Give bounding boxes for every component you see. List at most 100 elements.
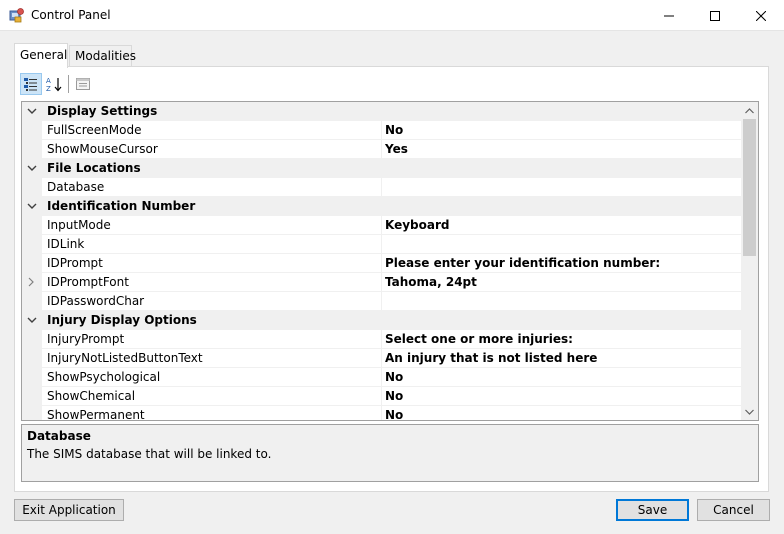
column-divider[interactable] (381, 140, 382, 159)
row-gutter (22, 329, 42, 349)
svg-text:A: A (46, 77, 51, 85)
alphabetical-button[interactable]: A Z (43, 73, 65, 95)
property-row[interactable]: IDPromptFont Tahoma, 24pt (22, 272, 741, 292)
property-row[interactable]: ShowMouseCursor Yes (22, 139, 741, 159)
property-value[interactable]: No (385, 123, 403, 137)
title-bar[interactable]: Control Panel (0, 0, 784, 31)
minimize-icon (664, 15, 674, 16)
save-button[interactable]: Save (616, 499, 689, 521)
property-row[interactable]: ShowChemical No (22, 386, 741, 406)
row-gutter (22, 120, 42, 140)
property-grid-toolbar: A Z (20, 73, 765, 95)
tab-general[interactable]: General (14, 43, 68, 68)
category-row[interactable]: Injury Display Options (22, 311, 741, 330)
maximize-button[interactable] (692, 0, 738, 31)
column-divider[interactable] (381, 273, 382, 292)
property-value[interactable]: Yes (385, 142, 408, 156)
toolbar-separator (68, 75, 69, 93)
property-value[interactable]: Tahoma, 24pt (385, 275, 477, 289)
column-divider[interactable] (381, 349, 382, 368)
property-name: IDLink (47, 237, 85, 251)
close-button[interactable] (738, 0, 784, 31)
property-value[interactable]: Select one or more injuries: (385, 332, 573, 346)
property-name: FullScreenMode (47, 123, 142, 137)
help-title: Database (27, 429, 91, 443)
category-row[interactable]: File Locations (22, 159, 741, 178)
control-panel-app-icon (9, 7, 25, 23)
vertical-scrollbar[interactable] (741, 102, 758, 420)
tab-modalities[interactable]: Modalities (69, 45, 136, 67)
chevron-up-icon (745, 107, 754, 113)
property-name: InjuryNotListedButtonText (47, 351, 203, 365)
column-divider[interactable] (381, 178, 382, 197)
category-row[interactable]: Display Settings (22, 102, 741, 121)
property-name: InputMode (47, 218, 111, 232)
help-description: The SIMS database that will be linked to… (27, 447, 272, 461)
scroll-down-button[interactable] (741, 403, 758, 420)
column-divider[interactable] (381, 216, 382, 235)
property-name: ShowMouseCursor (47, 142, 158, 156)
column-divider[interactable] (381, 254, 382, 273)
property-row[interactable]: InjuryPrompt Select one or more injuries: (22, 329, 741, 349)
property-row[interactable]: FullScreenMode No (22, 120, 741, 140)
chevron-down-icon[interactable] (26, 162, 38, 174)
scrollbar-thumb[interactable] (743, 119, 756, 256)
chevron-down-icon[interactable] (26, 200, 38, 212)
column-divider[interactable] (381, 368, 382, 387)
general-tab-panel: A Z Display Settings FullScreenMode No Show… (14, 66, 769, 492)
column-divider[interactable] (381, 330, 382, 349)
property-name: IDPromptFont (47, 275, 129, 289)
chevron-right-icon[interactable] (26, 277, 36, 287)
property-row[interactable]: IDLink (22, 234, 741, 254)
category-row[interactable]: Identification Number (22, 197, 741, 216)
maximize-icon (710, 10, 720, 21)
property-row[interactable]: Database (22, 177, 741, 197)
row-gutter (22, 177, 42, 197)
column-divider[interactable] (381, 121, 382, 140)
property-row[interactable]: IDPrompt Please enter your identification… (22, 253, 741, 273)
row-gutter (22, 139, 42, 159)
property-row[interactable]: ShowPsychological No (22, 367, 741, 387)
property-row[interactable]: InjuryNotListedButtonText An injury that … (22, 348, 741, 368)
category-label: Identification Number (47, 199, 196, 213)
close-icon (756, 10, 766, 21)
row-gutter (22, 405, 42, 420)
row-gutter (22, 367, 42, 387)
row-gutter (22, 386, 42, 406)
categorized-button[interactable] (20, 73, 42, 95)
chevron-down-icon[interactable] (26, 105, 38, 117)
property-value[interactable]: An injury that is not listed here (385, 351, 597, 365)
property-name: ShowPermanent (47, 408, 145, 421)
category-label: File Locations (47, 161, 141, 175)
property-row[interactable]: ShowPermanent No (22, 405, 741, 421)
column-divider[interactable] (381, 387, 382, 406)
property-grid[interactable]: Display Settings FullScreenMode No ShowMous… (21, 101, 759, 421)
property-name: InjuryPrompt (47, 332, 125, 346)
exit-application-button[interactable]: Exit Application (14, 499, 124, 521)
chevron-down-icon (745, 409, 754, 415)
category-label: Display Settings (47, 104, 158, 118)
cancel-button[interactable]: Cancel (697, 499, 770, 521)
property-name: ShowChemical (47, 389, 136, 403)
property-name: ShowPsychological (47, 370, 161, 384)
property-value[interactable]: Keyboard (385, 218, 450, 232)
categorized-icon (24, 78, 37, 91)
property-value[interactable]: No (385, 408, 403, 420)
property-value[interactable]: No (385, 389, 403, 403)
row-gutter (22, 215, 42, 235)
column-divider[interactable] (381, 235, 382, 254)
scroll-up-button[interactable] (741, 102, 758, 119)
property-pages-button[interactable] (72, 73, 94, 95)
property-row[interactable]: InputMode Keyboard (22, 215, 741, 235)
property-value[interactable]: Please enter your identification number: (385, 256, 660, 270)
property-value[interactable]: No (385, 370, 403, 384)
property-pages-icon (76, 78, 90, 90)
column-divider[interactable] (381, 406, 382, 420)
svg-text:Z: Z (46, 85, 51, 92)
row-gutter (22, 253, 42, 273)
column-divider[interactable] (381, 292, 382, 311)
minimize-button[interactable] (646, 0, 692, 31)
chevron-down-icon[interactable] (26, 314, 38, 326)
property-row[interactable]: IDPasswordChar (22, 291, 741, 311)
property-name: IDPasswordChar (47, 294, 145, 308)
